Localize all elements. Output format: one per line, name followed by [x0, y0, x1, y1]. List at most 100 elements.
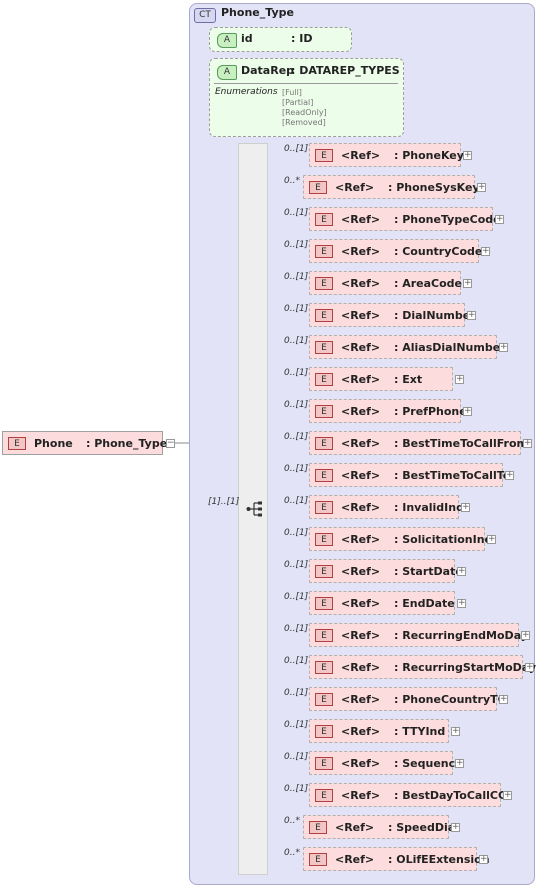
element-ref-box[interactable]: E <Ref>: CountryCode	[309, 239, 483, 263]
element-ref-label: <Ref>	[341, 725, 381, 738]
element-ref-box[interactable]: E <Ref>: Ext	[309, 367, 453, 391]
element-ref-name: : CountryCode	[394, 245, 483, 258]
element-cardinality: 0..[1]	[284, 368, 309, 378]
expand-icon[interactable]: +	[477, 183, 486, 192]
expand-icon[interactable]: +	[505, 471, 514, 480]
element-ref-box[interactable]: E <Ref>: Sequence	[309, 751, 463, 775]
element-ref-box[interactable]: E <Ref>: StartDate	[309, 559, 463, 583]
element-ref-box[interactable]: E <Ref>: RecurringStartMoDay	[309, 655, 536, 679]
expand-icon[interactable]: +	[479, 855, 488, 864]
expand-icon[interactable]: +	[499, 343, 508, 352]
element-badge: E	[315, 405, 333, 418]
element-badge: E	[315, 597, 333, 610]
sequence-icon	[246, 501, 262, 517]
element-ref-label: <Ref>	[335, 853, 375, 866]
attribute-id-name: id	[241, 32, 253, 45]
element-ref-box[interactable]: E <Ref>: TTYInd	[309, 719, 449, 743]
root-element-name: Phone	[34, 437, 73, 450]
element-badge: E	[315, 277, 333, 290]
expand-icon[interactable]: +	[457, 599, 466, 608]
element-ref-box[interactable]: E <Ref>: PhoneSysKey	[303, 175, 480, 199]
element-ref-box[interactable]: E <Ref> : BestTimeToCallFrom	[309, 431, 528, 455]
root-element-phone[interactable]: E Phone : Phone_Type	[2, 431, 167, 455]
expand-icon[interactable]: +	[463, 407, 472, 416]
element-ref-box[interactable]: E <Ref>: DialNumber	[309, 303, 476, 327]
expand-icon[interactable]: +	[461, 503, 470, 512]
element-ref-name: : EndDate	[394, 597, 455, 610]
element-cardinality: 0..[1]	[284, 720, 309, 730]
element-badge: E	[315, 341, 333, 354]
element-ref-label: <Ref>	[341, 597, 381, 610]
expand-icon[interactable]: +	[525, 663, 534, 672]
root-element-type: : Phone_Type	[86, 437, 168, 450]
element-cardinality: 0..[1]	[284, 752, 309, 762]
expand-icon[interactable]: +	[481, 247, 490, 256]
expand-icon[interactable]: +	[451, 727, 460, 736]
element-ref-name: : PhoneSysKey	[388, 181, 480, 194]
expand-icon[interactable]: +	[463, 151, 472, 160]
element-ref-box[interactable]: E <Ref>: PhoneCountryTC	[309, 687, 506, 711]
element-ref-box[interactable]: E <Ref>: SolicitationInd	[309, 527, 492, 551]
element-ref-name: : DialNumber	[394, 309, 476, 322]
expand-icon[interactable]: +	[521, 631, 530, 640]
element-cardinality: 0..[1]	[284, 688, 309, 698]
element-ref-box[interactable]: E <Ref>: PrefPhone	[309, 399, 467, 423]
element-ref-box[interactable]: E <Ref>: SpeedDial	[303, 815, 459, 839]
attribute-badge: A	[217, 33, 237, 48]
element-cardinality: 0..[1]	[284, 304, 309, 314]
element-ref-box[interactable]: E <Ref> : EndDate	[309, 591, 455, 615]
expand-icon[interactable]: +	[487, 535, 496, 544]
element-ref-label: <Ref>	[341, 373, 381, 386]
attribute-id-type: : ID	[291, 32, 313, 45]
element-ref-name: : SpeedDial	[388, 821, 459, 834]
element-ref-label: <Ref>	[341, 757, 381, 770]
expand-icon[interactable]: +	[495, 215, 504, 224]
element-ref-name: : Sequence	[394, 757, 463, 770]
element-ref-name: : BestTimeToCallFrom	[394, 437, 528, 450]
element-cardinality: 0..[1]	[284, 560, 309, 570]
element-cardinality: 0..[1]	[284, 144, 309, 154]
expand-icon[interactable]: +	[451, 823, 460, 832]
element-ref-box[interactable]: E <Ref>: BestDayToCallCC	[309, 783, 506, 807]
element-ref-name: : AreaCode	[394, 277, 463, 290]
expand-icon[interactable]: +	[499, 695, 508, 704]
element-ref-box[interactable]: E <Ref>: InvalidInd	[309, 495, 464, 519]
expand-icon[interactable]: +	[463, 279, 472, 288]
collapse-icon[interactable]: −	[166, 439, 175, 448]
element-ref-box[interactable]: E <Ref>: PhoneKey	[309, 143, 464, 167]
element-badge: E	[315, 501, 333, 514]
element-cardinality: 0..[1]	[284, 592, 309, 602]
expand-icon[interactable]: +	[503, 791, 512, 800]
element-cardinality: 0..[1]	[284, 240, 309, 250]
element-ref-box[interactable]: E <Ref>: PhoneTypeCode	[309, 207, 501, 231]
element-badge: E	[315, 149, 333, 162]
expand-icon[interactable]: +	[523, 439, 532, 448]
element-ref-box[interactable]: E <Ref>: RecurringEndMoDay	[309, 623, 528, 647]
element-ref-label: <Ref>	[341, 789, 381, 802]
element-badge: E	[315, 661, 333, 674]
enumeration-value: [Removed]	[282, 118, 326, 127]
enumeration-value: [Partial]	[282, 98, 314, 107]
expand-icon[interactable]: +	[455, 375, 464, 384]
element-ref-box[interactable]: E <Ref>: AliasDialNumber	[309, 335, 506, 359]
element-badge: E	[315, 245, 333, 258]
expand-icon[interactable]: +	[455, 759, 464, 768]
element-ref-name: : PrefPhone	[394, 405, 467, 418]
element-cardinality: 0..[1]	[284, 336, 309, 346]
element-ref-box[interactable]: E <Ref>: BestTimeToCallTo	[309, 463, 510, 487]
element-badge: E	[315, 437, 333, 450]
element-cardinality: 0..[1]	[284, 656, 309, 666]
element-ref-box[interactable]: E <Ref>: AreaCode	[309, 271, 463, 295]
element-badge: E	[315, 309, 333, 322]
element-ref-name: : SolicitationInd	[394, 533, 493, 546]
element-ref-label: <Ref>	[341, 565, 381, 578]
element-cardinality: 0..[1]	[284, 528, 309, 538]
element-ref-box[interactable]: E <Ref>: OLifEExtension	[303, 847, 490, 871]
expand-icon[interactable]: +	[467, 311, 476, 320]
enumeration-value: [ReadOnly]	[282, 108, 327, 117]
element-ref-label: <Ref>	[341, 149, 381, 162]
expand-icon[interactable]: +	[457, 567, 466, 576]
complex-type-title: Phone_Type	[221, 6, 294, 19]
element-ref-label: <Ref>	[335, 181, 375, 194]
element-ref-label: <Ref>	[341, 437, 381, 450]
